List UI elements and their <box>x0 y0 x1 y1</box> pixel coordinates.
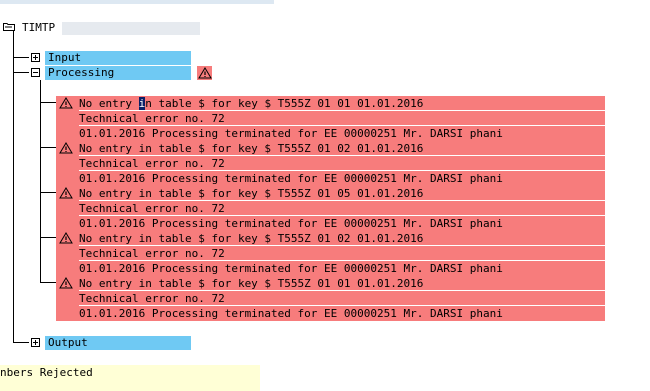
technical-error: Technical error no. 72 <box>79 157 225 170</box>
status-bar: nbers Rejected <box>0 365 260 391</box>
warning-icon <box>198 67 212 79</box>
technical-error: Technical error no. 72 <box>79 247 225 260</box>
tree-connector <box>40 237 57 238</box>
tree-connector <box>40 192 57 193</box>
tree-connector <box>13 57 29 58</box>
technical-error: Technical error no. 72 <box>79 112 225 125</box>
redacted-text <box>62 22 200 35</box>
tree-node-output[interactable]: Output <box>45 336 191 350</box>
status-text: nbers Rejected <box>0 366 93 379</box>
tree-connector <box>40 80 41 283</box>
collapse-icon[interactable] <box>31 68 40 77</box>
tree-node-input[interactable]: Input <box>45 51 191 65</box>
tree-root-label[interactable]: TIMTP <box>19 21 55 35</box>
tree-connector <box>13 342 29 343</box>
tree-connector <box>40 282 57 283</box>
message-block[interactable]: No entry in table $ for key $ T555Z 01 0… <box>56 276 605 321</box>
expand-icon[interactable] <box>31 53 40 62</box>
termination-message: 01.01.2016 Processing terminated for EE … <box>79 262 503 275</box>
message-block[interactable]: No entry in table $ for key $ T555Z 01 0… <box>56 141 605 186</box>
termination-message: 01.01.2016 Processing terminated for EE … <box>79 172 503 185</box>
message-block[interactable]: No entry in table $ for key $ T555Z 01 0… <box>56 231 605 276</box>
tree-connector <box>40 102 57 103</box>
tree-connector <box>13 31 14 342</box>
error-message[interactable]: No entry in table $ for key $ T555Z 01 0… <box>56 96 605 111</box>
message-block[interactable]: No entry in table $ for key $ T555Z 01 0… <box>56 96 605 141</box>
error-message[interactable]: No entry in table $ for key $ T555Z 01 0… <box>56 141 605 156</box>
termination-message: 01.01.2016 Processing terminated for EE … <box>79 217 503 230</box>
termination-message: 01.01.2016 Processing terminated for EE … <box>79 307 503 320</box>
top-strip <box>0 0 274 4</box>
error-message[interactable]: No entry in table $ for key $ T555Z 01 0… <box>56 231 605 246</box>
error-message[interactable]: No entry in table $ for key $ T555Z 01 0… <box>56 186 605 201</box>
termination-message: 01.01.2016 Processing terminated for EE … <box>79 127 503 140</box>
error-message[interactable]: No entry in table $ for key $ T555Z 01 0… <box>56 276 605 291</box>
technical-error: Technical error no. 72 <box>79 202 225 215</box>
technical-error: Technical error no. 72 <box>79 292 225 305</box>
text-cursor: i <box>138 97 146 110</box>
tree-node-processing[interactable]: Processing <box>45 66 191 80</box>
folder-icon <box>3 23 15 31</box>
tree-connector <box>40 147 57 148</box>
message-block[interactable]: No entry in table $ for key $ T555Z 01 0… <box>56 186 605 231</box>
tree-connector <box>13 72 29 73</box>
expand-icon[interactable] <box>31 338 40 347</box>
